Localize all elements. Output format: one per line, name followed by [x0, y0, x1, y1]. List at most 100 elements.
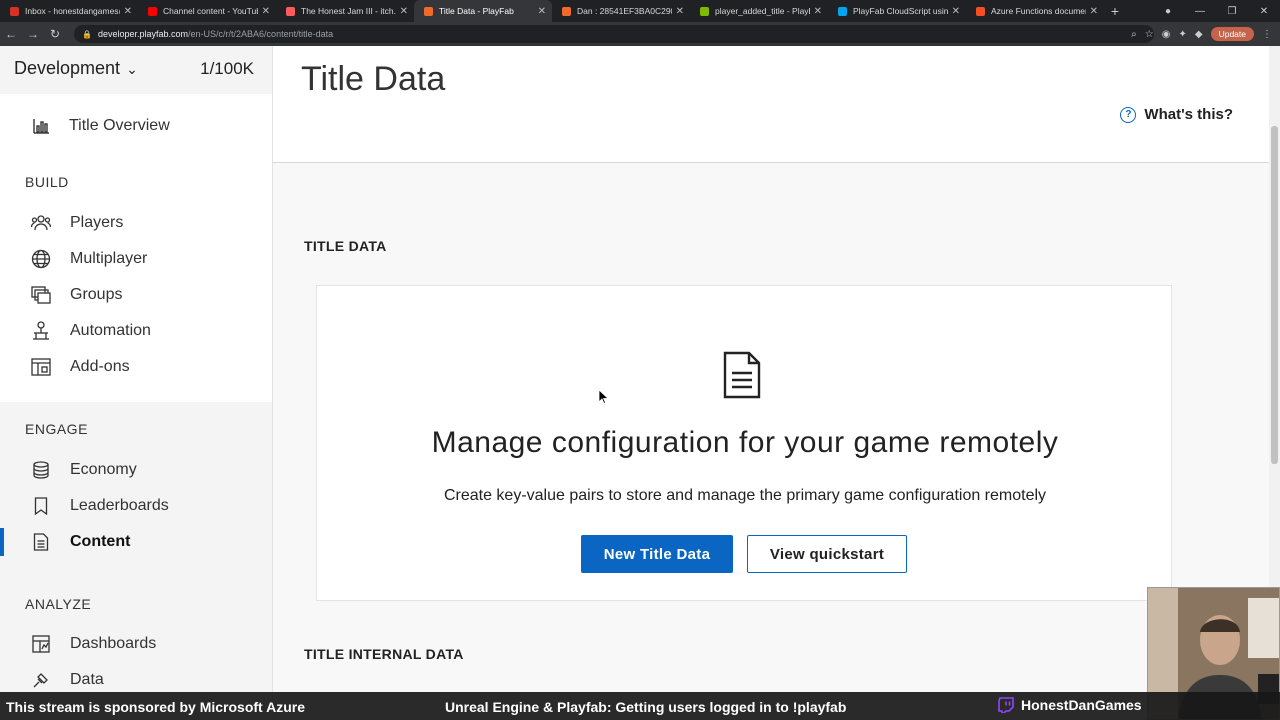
sidebar-item-label: Automation [70, 322, 151, 339]
sidebar-item-label: Groups [70, 286, 123, 303]
sidebar-item-content[interactable]: Content [0, 524, 272, 560]
data-icon [31, 670, 51, 690]
tab-close-icon[interactable]: ✕ [262, 6, 270, 17]
browser-tab[interactable]: Channel content - YouTube ✕ [138, 0, 276, 22]
empty-state-description: Create key-value pairs to store and mana… [443, 487, 1047, 504]
tab-favicon-icon [976, 6, 985, 16]
tab-close-icon[interactable]: ✕ [124, 6, 132, 17]
addons-icon [31, 357, 51, 377]
sidebar-item-players[interactable]: Players [0, 205, 272, 241]
tab-close-icon[interactable]: ✕ [538, 6, 546, 17]
sidebar-item-title-overview[interactable]: Title Overview [0, 108, 272, 144]
tab-favicon-icon [700, 6, 709, 16]
tab-close-icon[interactable]: ✕ [400, 6, 408, 17]
tab-favicon-icon [286, 6, 295, 16]
mouse-cursor-icon [598, 389, 610, 409]
whats-this-label: What's this? [1144, 106, 1233, 123]
engage-heading: ENGAGE [25, 421, 88, 437]
main-content: Title Data ? What's this? TITLE DATA Man… [273, 46, 1269, 720]
tab-close-icon[interactable]: ✕ [676, 6, 684, 17]
environment-selector[interactable]: Development ⌄ [14, 58, 138, 79]
star-icon[interactable]: ☆ [1145, 29, 1154, 40]
restore-icon[interactable]: ❐ [1216, 6, 1248, 17]
bookmark-icon [31, 496, 51, 516]
twitch-icon [998, 697, 1014, 714]
whats-this-link[interactable]: ? What's this? [1120, 106, 1233, 123]
forward-icon[interactable]: → [22, 27, 44, 41]
python-icon[interactable]: ◆ [1195, 29, 1203, 40]
tab-favicon-icon [148, 6, 157, 16]
sidebar-item-dashboards[interactable]: Dashboards [0, 626, 272, 662]
globe-icon [31, 249, 51, 269]
tab-close-icon[interactable]: ✕ [1090, 6, 1098, 17]
tab-favicon-icon [424, 6, 433, 16]
minimize-icon[interactable]: — [1184, 6, 1216, 17]
browser-tab-bar: Inbox - honestdangames@ ✕ Channel content … [0, 0, 1280, 22]
browser-tab[interactable]: The Honest Jam III - itch.io ✕ [276, 0, 414, 22]
tab-label: player_added_title - PlayFab [715, 6, 810, 16]
tab-label: Dan : 28541EF3BA0C290F [577, 6, 672, 16]
groups-icon [31, 285, 51, 305]
sidebar-item-label: Data [70, 671, 104, 688]
sidebar-item-label: Multiplayer [70, 250, 148, 267]
build-heading: BUILD [25, 174, 69, 190]
new-tab-icon[interactable]: + [1104, 0, 1126, 22]
document-icon [31, 532, 51, 552]
sidebar-item-economy[interactable]: Economy [0, 452, 272, 488]
sponsor-text: This stream is sponsored by Microsoft Az… [6, 699, 305, 715]
tab-label: Azure Functions document [991, 6, 1086, 16]
empty-state-card: Manage configuration for your game remot… [316, 285, 1172, 601]
automation-icon [31, 321, 51, 341]
new-title-data-button[interactable]: New Title Data [581, 535, 733, 573]
tab-label: The Honest Jam III - itch.io [301, 6, 396, 16]
view-quickstart-button[interactable]: View quickstart [747, 535, 907, 573]
dashboards-icon [31, 634, 51, 654]
puzzle-icon[interactable]: ✦ [1178, 29, 1186, 40]
sidebar-item-addons[interactable]: Add-ons [0, 349, 272, 385]
sidebar-item-label: Content [70, 533, 131, 550]
sidebar: Development ⌄ 1/100K Title Overview BUILD… [0, 46, 273, 720]
zoom-icon[interactable]: ⌕ [1131, 29, 1137, 40]
browser-tab[interactable]: PlayFab CloudScript using ✕ [828, 0, 966, 22]
sidebar-item-multiplayer[interactable]: Multiplayer [0, 241, 272, 277]
extension-icon[interactable]: ◉ [1162, 29, 1171, 40]
economy-icon [31, 460, 51, 480]
close-window-icon[interactable]: ✕ [1248, 6, 1280, 17]
profile-icon[interactable]: ● [1152, 6, 1184, 17]
tab-close-icon[interactable]: ✕ [952, 6, 960, 17]
section-title-internal-data: TITLE INTERNAL DATA [304, 646, 464, 662]
tab-close-icon[interactable]: ✕ [814, 6, 822, 17]
address-toolbar: ← → ↻ 🔒 developer.playfab.com /en-US/c/r… [0, 22, 1280, 46]
url-host: developer.playfab.com [97, 29, 189, 39]
tab-label: Channel content - YouTube [163, 6, 258, 16]
browser-tab[interactable]: Dan : 28541EF3BA0C290F ✕ [552, 0, 690, 22]
quota-counter: 1/100K [200, 59, 254, 78]
channel-badge: HonestDanGames [998, 697, 1142, 714]
analyze-heading: ANALYZE [25, 596, 92, 612]
page-header: Title Data ? What's this? [273, 46, 1269, 163]
tab-label: Inbox - honestdangames@ [25, 6, 120, 16]
browser-tab[interactable]: Title Data - PlayFab ✕ [414, 0, 552, 22]
help-icon: ? [1120, 106, 1137, 123]
sidebar-item-automation[interactable]: Automation [0, 313, 272, 349]
sidebar-item-leaderboards[interactable]: Leaderboards [0, 488, 272, 524]
update-button[interactable]: Update [1210, 27, 1254, 41]
sidebar-item-groups[interactable]: Groups [0, 277, 272, 313]
url-bar[interactable]: 🔒 developer.playfab.com /en-US/c/r/t/2AB… [74, 25, 1154, 43]
menu-icon[interactable]: ⋮ [1262, 29, 1272, 40]
tab-favicon-icon [10, 6, 19, 16]
stream-overlay-bar: This stream is sponsored by Microsoft Az… [0, 692, 1280, 720]
browser-tab[interactable]: Inbox - honestdangames@ ✕ [0, 0, 138, 22]
scrollbar-thumb[interactable] [1271, 126, 1278, 464]
sidebar-item-label: Players [70, 214, 124, 231]
tab-favicon-icon [838, 6, 847, 16]
tab-favicon-icon [562, 6, 571, 16]
sidebar-item-label: Add-ons [70, 358, 130, 375]
back-icon[interactable]: ← [0, 27, 22, 41]
browser-tab[interactable]: Azure Functions document ✕ [966, 0, 1104, 22]
sidebar-item-label: Economy [70, 461, 137, 478]
reload-icon[interactable]: ↻ [44, 27, 66, 41]
browser-tab[interactable]: player_added_title - PlayFab ✕ [690, 0, 828, 22]
page-title: Title Data [301, 60, 446, 98]
document-icon [722, 351, 762, 404]
